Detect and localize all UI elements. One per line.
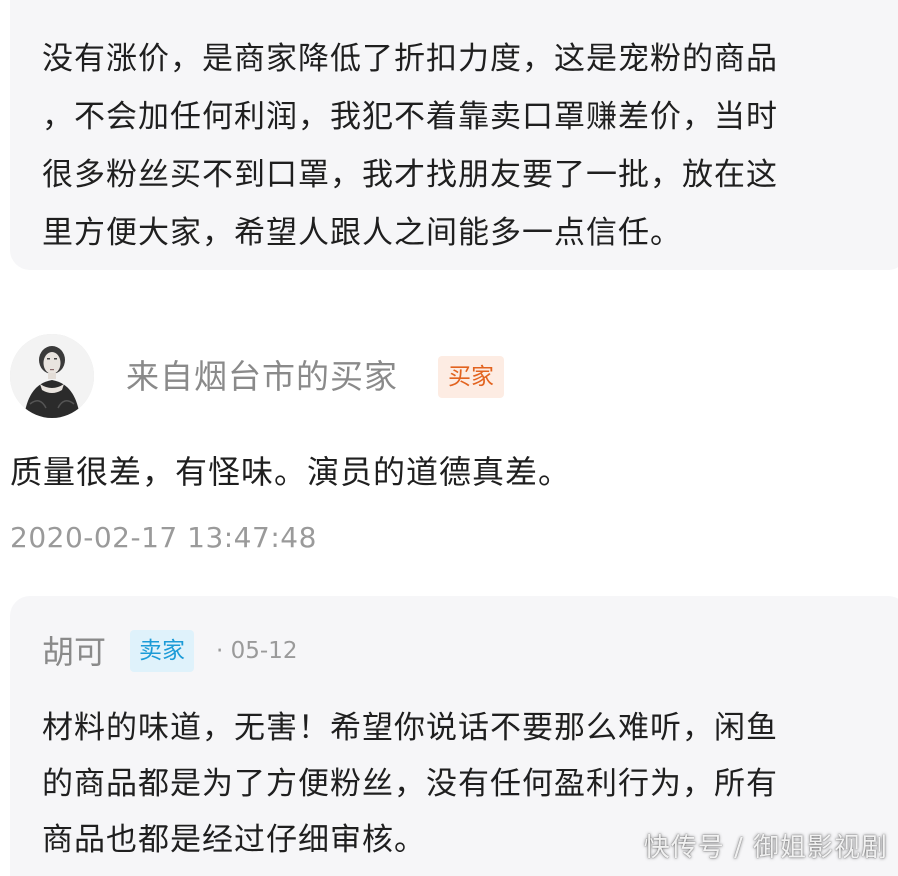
reply-line: 很多粉丝买不到口罩，我才找朋友要了一批，放在这 <box>42 157 778 193</box>
comment-timestamp: 2020-02-17 13:47:48 <box>10 521 317 554</box>
watermark: 快传号 / 御姐影视剧 <box>643 833 888 863</box>
reply-line: 里方便大家，希望人跟人之间能多一点信任。 <box>42 215 682 251</box>
seller-name[interactable]: 胡可 <box>42 628 106 676</box>
reply-line: 材料的味道，无害！希望你说话不要那么难听，闲鱼 <box>42 710 778 746</box>
seller-badge: 卖家 <box>130 630 194 672</box>
reply-date: · 05-12 <box>216 638 298 664</box>
reply-line: 的商品都是为了方便粉丝，没有任何盈利行为，所有 <box>42 766 778 802</box>
buyer-badge: 买家 <box>438 356 504 398</box>
reply-line: ，不会加任何利润，我犯不着靠卖口罩赚差价，当时 <box>42 99 778 135</box>
buyer-name[interactable]: 来自烟台市的买家 <box>126 352 398 402</box>
portrait-avatar-icon <box>10 334 94 418</box>
reply-text-top: 没有涨价，是商家降低了折扣力度，这是宠粉的商品 ，不会加任何利润，我犯不着靠卖口… <box>42 30 898 262</box>
reply-line: 没有涨价，是商家降低了折扣力度，这是宠粉的商品 <box>42 41 778 77</box>
avatar[interactable] <box>10 334 94 418</box>
comment-thread: 没有涨价，是商家降低了折扣力度，这是宠粉的商品 ，不会加任何利润，我犯不着靠卖口… <box>0 0 898 876</box>
buyer-comment-text: 质量很差，有怪味。演员的道德真差。 <box>10 453 572 491</box>
